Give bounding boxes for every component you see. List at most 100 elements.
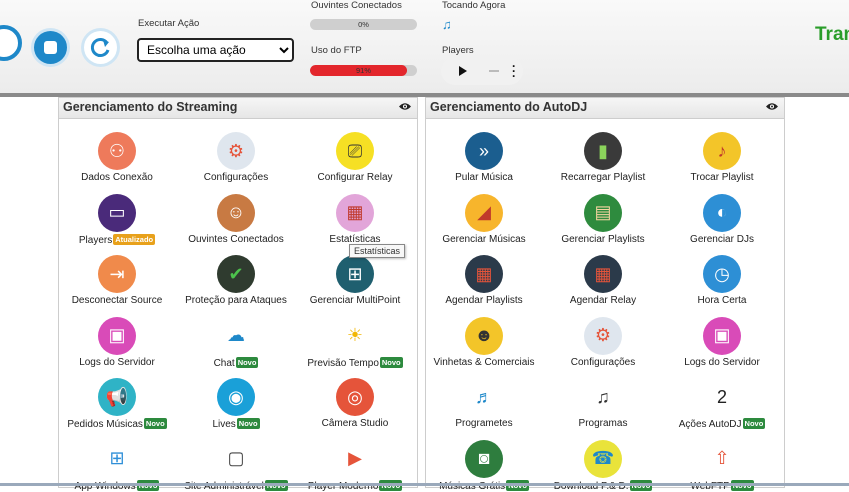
streaming-tile[interactable]: ▭ Players Atualizado <box>57 193 177 246</box>
autodj-tile[interactable]: ♪ Trocar Playlist <box>662 132 782 183</box>
multipoint-icon: ⊞ <box>336 255 374 293</box>
autodj-tile-label: Ações AutoDJ <box>678 419 742 430</box>
more-options-icon[interactable]: · · · <box>512 60 516 82</box>
ftp-progress-bar: 91% <box>310 65 417 76</box>
header-right-text: Tran <box>815 24 849 45</box>
listeners-progress-bar: 0% <box>310 19 417 30</box>
stop-button[interactable] <box>34 31 67 64</box>
autodj-tile[interactable]: ▮ Recarregar Playlist <box>543 132 663 183</box>
streaming-tile[interactable]: ⊞ Gerenciar MultiPoint <box>295 255 415 306</box>
autodj-tile-label: Programetes <box>455 418 513 429</box>
status-badge: Novo <box>379 356 403 368</box>
streaming-tile[interactable]: ✔ Proteção para Ataques <box>176 255 296 306</box>
streaming-tile-label: Proteção para Ataques <box>185 295 287 306</box>
play-icon[interactable] <box>459 66 467 76</box>
streaming-tile-label: Configurar Relay <box>317 172 393 183</box>
refresh-icon <box>90 37 109 57</box>
autodj-tile[interactable]: ◢ Gerenciar Músicas <box>424 193 544 245</box>
clock-icon: ◷ <box>703 255 741 293</box>
stats-tooltip: Estatísticas <box>349 244 406 258</box>
streaming-panel: Gerenciamento do Streaming ⚇ Dados Conexã… <box>57 97 418 492</box>
volume-slider[interactable] <box>489 70 499 72</box>
eye-icon[interactable] <box>766 102 778 111</box>
ftp-label: Uso do FTP <box>311 45 362 56</box>
autodj-tile-label: Gerenciar DJs <box>690 233 754 245</box>
autodj-tile[interactable]: ◷ Hora Certa <box>662 255 782 306</box>
autodj-panel: Gerenciamento do AutoDJ » Pular Música ▮ Re… <box>424 97 785 492</box>
calendar-icon: ▦ <box>465 255 503 293</box>
streaming-tile-label: Desconectar Source <box>71 295 163 306</box>
programs-icon: ♬ <box>465 378 503 416</box>
autodj-tile[interactable]: 2 Ações AutoDJ Novo <box>662 378 782 430</box>
autodj-tile[interactable]: » Pular Música <box>424 132 544 183</box>
streaming-tile-label: Previsão Tempo <box>307 357 379 369</box>
streaming-tile-label: Gerenciar MultiPoint <box>309 295 401 306</box>
swap-playlist-icon: ♪ <box>703 132 741 170</box>
autodj-tile[interactable]: ☻ Vinhetas & Comerciais <box>424 316 544 368</box>
site-icon: ▢ <box>217 439 255 478</box>
stop-icon <box>44 41 57 54</box>
autodj-tile-label: Gerenciar Playlists <box>561 233 645 245</box>
streaming-tile-label: Configurações <box>203 172 269 183</box>
reload-playlist-icon: ▮ <box>584 132 622 170</box>
relay-icon: ⎚ <box>336 132 374 170</box>
autodj-panel-header: Gerenciamento do AutoDJ <box>426 98 784 119</box>
autodj-tile-label: Pular Música <box>455 172 513 183</box>
power-control-icon[interactable] <box>0 25 22 61</box>
status-badge: Atualizado <box>113 233 156 245</box>
camera-icon: ◎ <box>336 378 374 416</box>
streaming-tile[interactable]: ☀ Previsão Tempo Novo <box>295 316 415 369</box>
audio-player: · · · <box>441 57 523 85</box>
cloud-upload-icon: ⇧ <box>703 439 741 478</box>
streaming-panel-header: Gerenciamento do Streaming <box>59 98 417 119</box>
autodj-tile-label: Configurações <box>570 356 636 368</box>
streaming-tile-label: Dados Conexão <box>81 172 153 183</box>
download-icon: ☎ <box>584 439 622 478</box>
gear-icon: ⚙ <box>217 132 255 170</box>
eye-icon[interactable] <box>399 102 411 111</box>
windows-icon: ⊞ <box>98 439 136 478</box>
autodj-tile-label: Gerenciar Músicas <box>442 233 526 245</box>
logs-icon: ▣ <box>98 316 136 355</box>
autodj-tile-label: Programas <box>578 418 628 429</box>
music-note-icon: ♫ <box>584 378 622 416</box>
status-badge: Novo <box>235 356 259 368</box>
streaming-tile[interactable]: ☺ Ouvintes Conectados <box>176 193 296 245</box>
action-select[interactable]: Escolha uma ação <box>137 38 294 62</box>
top-toolbar: Executar Ação Escolha uma ação Ouvintes … <box>0 0 849 97</box>
streaming-tile[interactable]: ▦ Estatísticas <box>295 193 415 245</box>
connection-icon: ⚇ <box>98 132 136 170</box>
autodj-tile[interactable]: ◐ Gerenciar DJs <box>662 193 782 245</box>
streaming-tile[interactable]: ⇥ Desconectar Source <box>57 255 177 306</box>
players-label: Players <box>442 45 474 56</box>
shield-icon: ✔ <box>217 255 255 293</box>
streaming-tile[interactable]: ◎ Câmera Studio <box>295 378 415 429</box>
autodj-tile[interactable]: ▤ Gerenciar Playlists <box>543 193 663 245</box>
streaming-tile-label: Ouvintes Conectados <box>188 233 284 245</box>
jingle-icon: ☻ <box>465 316 503 355</box>
autodj-tile[interactable]: ⚙ Configurações <box>543 316 663 368</box>
calendar-day-icon: 2 <box>703 378 741 416</box>
autodj-tile[interactable]: ▦ Agendar Playlists <box>424 255 544 306</box>
autodj-tile[interactable]: ▣ Logs do Servidor <box>662 316 782 368</box>
autodj-tile[interactable]: ♬ Programetes <box>424 378 544 429</box>
autodj-panel-title: Gerenciamento do AutoDJ <box>430 100 588 114</box>
streaming-tile[interactable]: ◉ Lives Novo <box>176 378 296 430</box>
streaming-tile[interactable]: ☁ Chat Novo <box>176 316 296 369</box>
status-badge: Novo <box>236 418 260 429</box>
autodj-tile[interactable]: ▦ Agendar Relay <box>543 255 663 306</box>
streaming-tile-label: Lives <box>212 419 236 430</box>
chat-icon: ☁ <box>217 316 255 355</box>
streaming-tile[interactable]: ⎚ Configurar Relay <box>295 132 415 183</box>
listeners-icon: ☺ <box>217 193 255 232</box>
autodj-tile-label: Hora Certa <box>697 295 747 306</box>
status-badge: Novo <box>742 418 766 429</box>
streaming-tile[interactable]: ⚇ Dados Conexão <box>57 132 177 183</box>
playing-label: Tocando Agora <box>442 0 506 11</box>
autodj-tile[interactable]: ♫ Programas <box>543 378 663 429</box>
refresh-button[interactable] <box>84 31 117 64</box>
streaming-tile[interactable]: ⚙ Configurações <box>176 132 296 183</box>
streaming-tile[interactable]: 📢 Pedidos Músicas Novo <box>57 378 177 430</box>
streaming-tile[interactable]: ▣ Logs do Servidor <box>57 316 177 368</box>
megaphone-icon: 📢 <box>98 378 136 416</box>
